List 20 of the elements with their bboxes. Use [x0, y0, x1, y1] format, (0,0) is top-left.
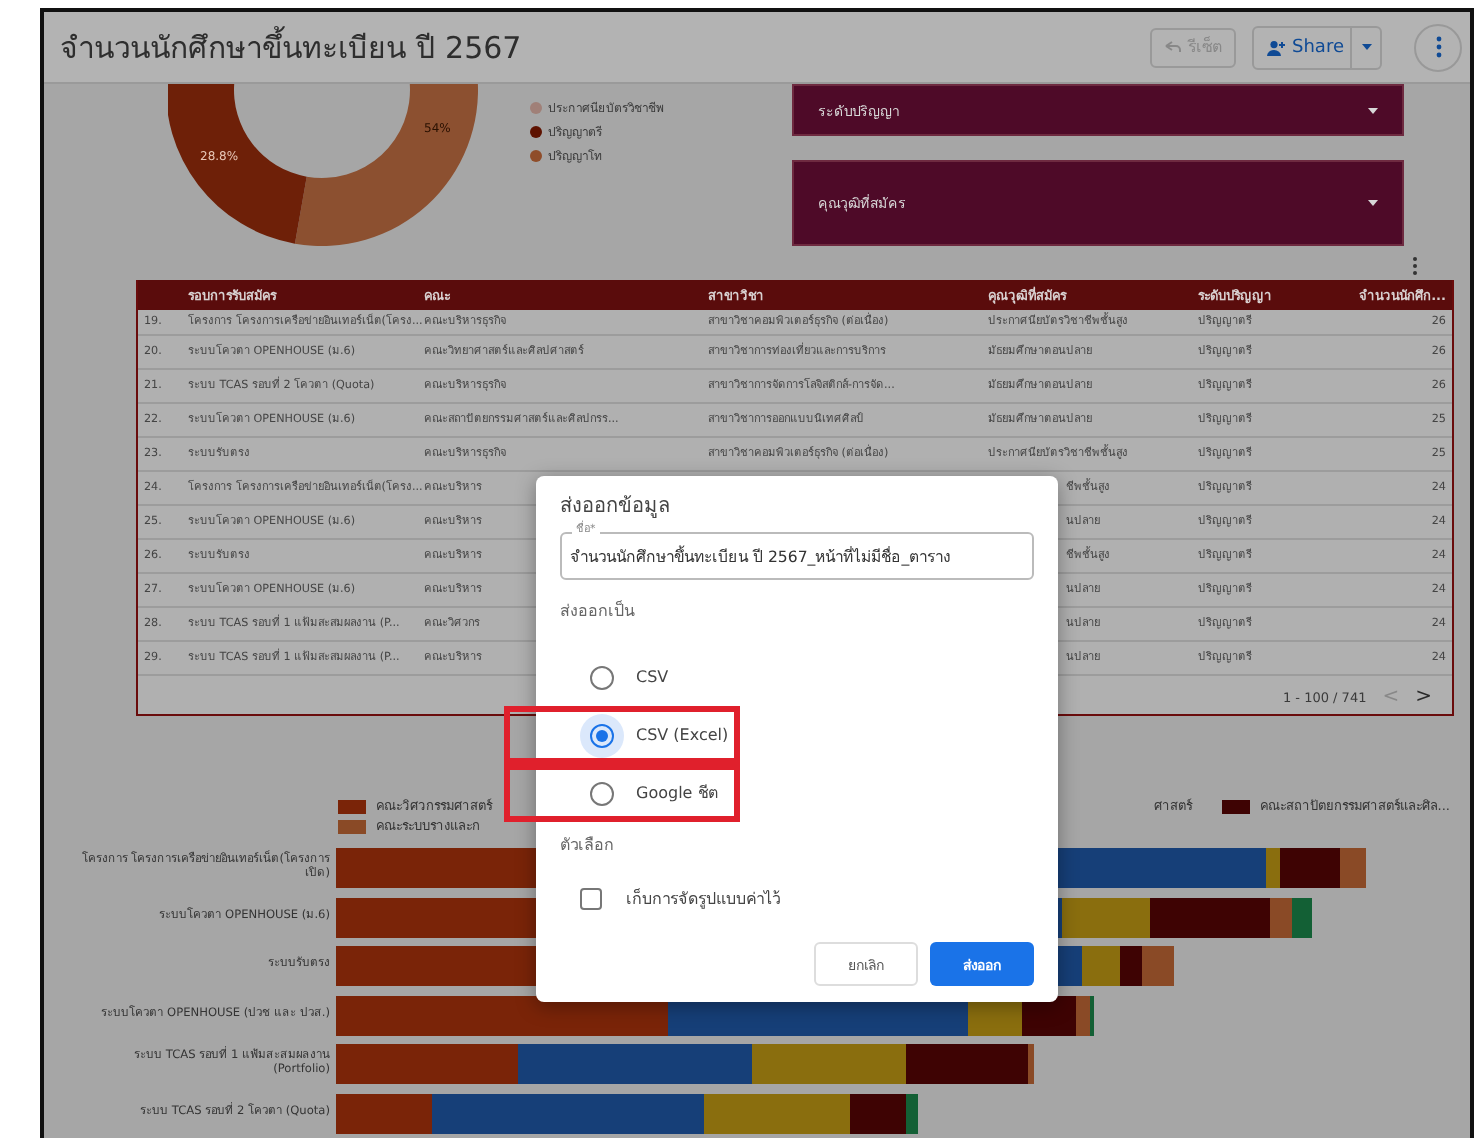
share-button[interactable]: Share: [1252, 25, 1382, 69]
radio-button[interactable]: [580, 713, 624, 757]
caret-icon: [1361, 44, 1371, 50]
more-icon: [1435, 36, 1441, 58]
section-label: ตัวเลือก: [560, 834, 616, 858]
next-page-button[interactable]: >: [1415, 686, 1432, 710]
section-label: ส่งออกเป็น: [560, 600, 637, 624]
checkbox[interactable]: [580, 888, 602, 910]
option-label: Google ชีต: [636, 782, 718, 806]
checkbox-label: เก็บการจัดรูปแบบค่าไว้: [626, 886, 780, 912]
add-person-icon: [1266, 39, 1287, 55]
more-icon[interactable]: [1412, 256, 1418, 276]
option-label: CSV: [636, 668, 669, 686]
dialog-title: ส่งออกข้อมูล: [560, 496, 672, 520]
option-label: CSV (Excel): [636, 726, 729, 744]
undo-icon: [1164, 40, 1183, 54]
caret-icon: [1368, 107, 1378, 113]
report-title: จำนวนนักศึกษาขึ้นทะเบียน ปี 2567: [60, 24, 524, 69]
more-button[interactable]: [1414, 23, 1462, 71]
caret-icon: [1368, 200, 1378, 206]
